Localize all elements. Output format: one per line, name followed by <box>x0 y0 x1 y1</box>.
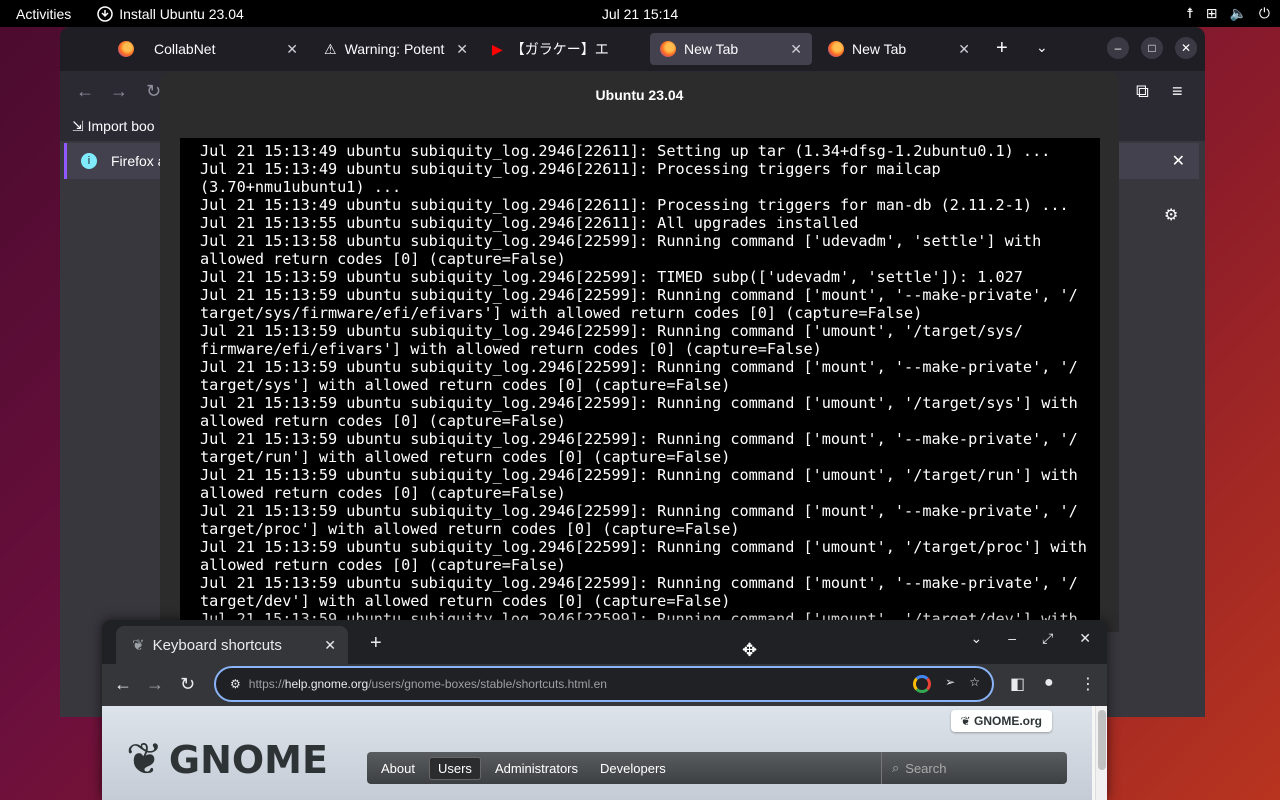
firefox-tab-new-tab-active[interactable]: New Tab ✕ <box>650 33 812 65</box>
system-tray[interactable]: ☨ ⊞ 🔈 ⏻ <box>1186 0 1270 27</box>
move-cursor-icon: ✥ <box>742 640 758 660</box>
new-tab-button[interactable]: + <box>370 632 382 655</box>
firefox-icon <box>828 41 844 57</box>
close-tab-button[interactable]: ✕ <box>324 637 336 654</box>
import-bookmarks-label: Import boo <box>87 118 155 134</box>
restore-button[interactable]: ⤢ <box>1042 630 1053 647</box>
activities-button[interactable]: Activities <box>0 6 87 22</box>
url-scheme: https:// <box>248 677 285 691</box>
tab-label: New Tab <box>684 41 739 57</box>
search-placeholder: Search <box>905 760 947 776</box>
installer-log[interactable]: Jul 21 15:13:49 ubuntu subiquity_log.294… <box>180 138 1100 632</box>
address-bar[interactable]: ⚙ https://help.gnome.org/users/gnome-box… <box>214 666 994 702</box>
installer-title: Ubuntu 23.04 <box>160 72 1119 118</box>
minimize-button[interactable]: – <box>1107 37 1129 59</box>
top-bar: Activities Install Ubuntu 23.04 Jul 21 1… <box>0 0 1280 27</box>
youtube-icon: ▶ <box>492 40 503 57</box>
app-menu-label: Install Ubuntu 23.04 <box>119 5 244 22</box>
infobar-text: Firefox a <box>111 153 166 169</box>
bookmark-star-icon[interactable]: ☆ <box>969 675 980 693</box>
side-panel-icon[interactable]: ◧ <box>1010 674 1025 694</box>
tab-label: Warning: Potent <box>344 41 445 57</box>
tab-title: Keyboard shortcuts <box>152 636 282 654</box>
site-info-icon[interactable]: ⚙ <box>230 677 241 691</box>
gnome-org-label: GNOME.org <box>974 714 1042 728</box>
tab-label: 【ガラケー】エ <box>510 41 609 57</box>
search-icon: ⌕ <box>892 760 900 775</box>
page-content: ❦ GNOME.org ❦ GNOME About Users Administ… <box>102 706 1107 800</box>
installer-dialog: Ubuntu 23.04 Jul 21 15:13:49 ubuntu subi… <box>160 72 1119 632</box>
profile-icon[interactable]: ● <box>1044 674 1054 692</box>
minimize-button[interactable]: – <box>1008 630 1016 647</box>
list-tabs-button[interactable]: ⌄ <box>1036 39 1048 56</box>
chrome-tab-keyboard-shortcuts[interactable]: ❦ Keyboard shortcuts ✕ <box>116 626 348 664</box>
gnome-logo[interactable]: ❦ GNOME <box>126 734 328 785</box>
reload-button[interactable]: ↻ <box>180 674 195 695</box>
volume-icon[interactable]: 🔈 <box>1229 5 1246 22</box>
gnome-logo-text: GNOME <box>168 737 328 782</box>
tab-search-button[interactable]: ⌄ <box>971 630 983 647</box>
gnome-foot-icon: ❦ <box>132 637 145 654</box>
close-icon[interactable]: ✕ <box>790 41 802 58</box>
firefox-tab-collabnet[interactable]: CollabNet ✕ <box>144 33 308 65</box>
maximize-button[interactable]: □ <box>1141 37 1163 59</box>
gnome-header: ❦ GNOME.org ❦ GNOME About Users Administ… <box>102 706 1092 800</box>
search-input[interactable]: ⌕ Search <box>881 752 1067 784</box>
nav-about[interactable]: About <box>373 758 423 779</box>
gear-icon[interactable]: ⚙ <box>1164 205 1178 225</box>
tab-label: CollabNet <box>154 41 216 57</box>
log-text: Jul 21 15:13:49 ubuntu subiquity_log.294… <box>200 142 1087 628</box>
gnome-foot-icon: ❦ <box>126 734 163 785</box>
firefox-tab-youtube[interactable]: ▶ 【ガラケー】エ <box>482 33 646 65</box>
back-button[interactable]: ← <box>114 674 132 695</box>
new-tab-button[interactable]: + <box>996 37 1008 60</box>
menu-icon[interactable]: ≡ <box>1172 81 1183 102</box>
firefox-icon <box>660 41 676 57</box>
import-bookmarks-button[interactable]: ⇲ Import boo <box>72 118 155 135</box>
download-icon <box>97 5 113 22</box>
firefox-tab-bar: CollabNet ✕ ⚠ Warning: Potent ✕ ▶ 【ガラケー】… <box>60 27 1205 71</box>
chrome-tab-strip: ❦ Keyboard shortcuts ✕ + ⌄ – ⤢ ✕ <box>102 620 1107 664</box>
forward-button[interactable]: → <box>110 81 128 102</box>
gnome-nav: About Users Administrators Developers ⌕ … <box>367 752 1067 784</box>
chrome-window: ❦ Keyboard shortcuts ✕ + ⌄ – ⤢ ✕ ← → ↻ ⚙… <box>102 620 1107 800</box>
scrollbar-thumb[interactable] <box>1098 710 1106 770</box>
close-icon[interactable]: ✕ <box>958 41 970 58</box>
accessibility-icon[interactable]: ☨ <box>1186 5 1194 22</box>
reload-button[interactable]: ↻ <box>146 81 161 102</box>
app-menu[interactable]: Install Ubuntu 23.04 <box>87 6 244 22</box>
warning-icon: ⚠ <box>324 40 337 57</box>
back-button[interactable]: ← <box>76 81 94 102</box>
firefox-tab-warning[interactable]: ⚠ Warning: Potent ✕ <box>314 33 478 65</box>
info-icon: i <box>81 153 97 169</box>
firefox-tab-new-tab[interactable]: New Tab ✕ <box>818 33 980 65</box>
gnome-org-link[interactable]: ❦ GNOME.org <box>950 710 1052 732</box>
chrome-toolbar: ← → ↻ ⚙ https://help.gnome.org/users/gno… <box>102 664 1107 706</box>
close-icon[interactable]: ✕ <box>286 41 298 58</box>
forward-button[interactable]: → <box>146 674 164 695</box>
scrollbar[interactable] <box>1095 706 1107 800</box>
nav-developers[interactable]: Developers <box>592 758 674 779</box>
tab-label: New Tab <box>852 41 907 57</box>
send-icon[interactable]: ➢ <box>945 675 955 693</box>
google-lens-icon[interactable] <box>913 675 932 693</box>
firefox-icon <box>118 41 134 57</box>
url-path: /users/gnome-boxes/stable/shortcuts.html… <box>368 677 607 691</box>
firefox-tab-pinned[interactable] <box>108 33 144 65</box>
close-window-button[interactable]: ✕ <box>1175 37 1197 59</box>
chrome-menu-icon[interactable]: ⋮ <box>1080 674 1096 694</box>
url-host: help.gnome.org <box>284 677 369 691</box>
nav-administrators[interactable]: Administrators <box>487 758 586 779</box>
extensions-icon[interactable]: ⧉ <box>1136 81 1149 102</box>
nav-users[interactable]: Users <box>428 756 481 780</box>
close-window-button[interactable]: ✕ <box>1079 630 1091 647</box>
close-infobar-button[interactable]: ✕ <box>1172 151 1185 171</box>
close-icon[interactable]: ✕ <box>456 41 468 58</box>
power-icon[interactable]: ⏻ <box>1259 5 1270 22</box>
network-icon[interactable]: ⊞ <box>1206 5 1218 22</box>
